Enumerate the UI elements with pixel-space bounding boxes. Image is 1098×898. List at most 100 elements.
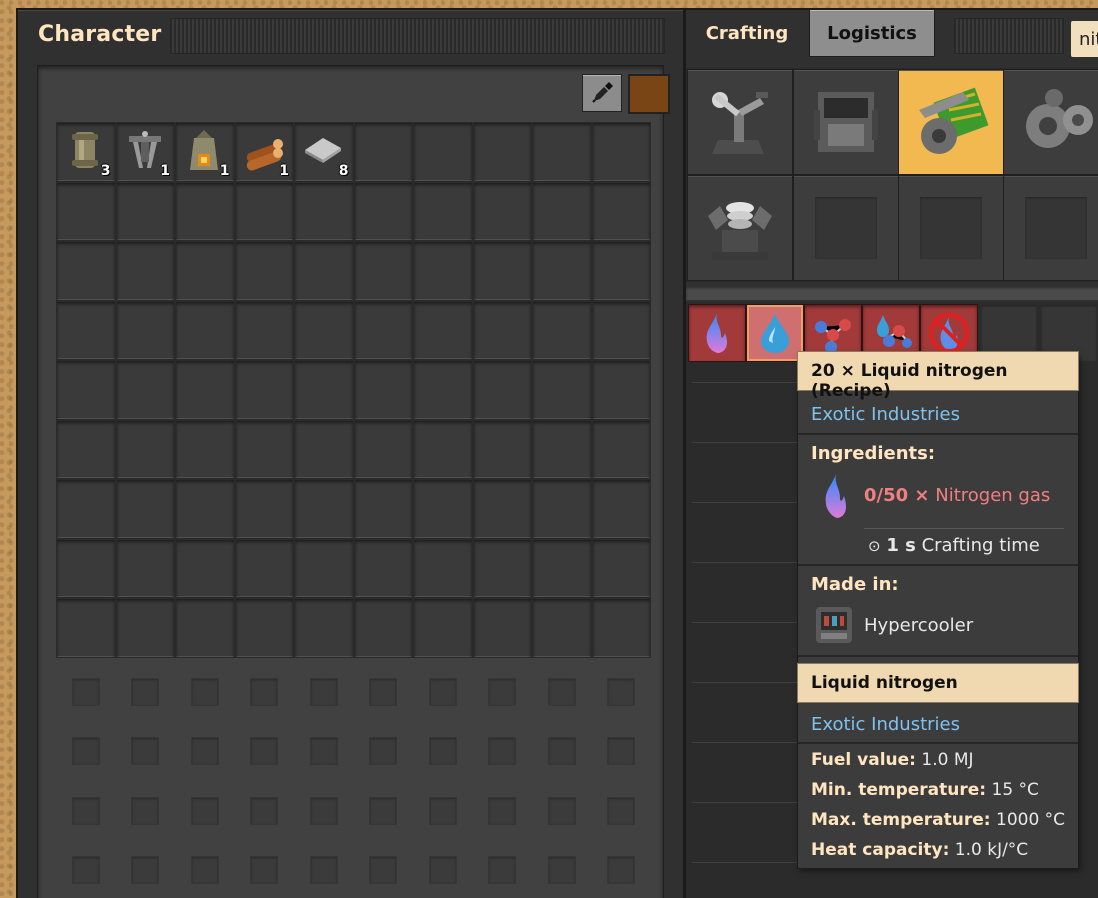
inventory-slot[interactable] bbox=[414, 539, 472, 597]
inventory-slot[interactable] bbox=[592, 123, 650, 181]
inventory-slot[interactable]: 3 bbox=[57, 123, 115, 181]
inventory-slot[interactable] bbox=[176, 361, 234, 419]
inventory-slot[interactable] bbox=[473, 361, 531, 419]
group-logistics-button[interactable] bbox=[688, 70, 792, 174]
inventory-slot[interactable] bbox=[592, 242, 650, 300]
inventory-slot[interactable] bbox=[116, 480, 174, 538]
inventory-slot[interactable]: 1 bbox=[176, 123, 234, 181]
inventory-slot[interactable] bbox=[414, 599, 472, 657]
inventory-slot[interactable] bbox=[176, 182, 234, 240]
inventory-slot[interactable] bbox=[57, 539, 115, 597]
inventory-slot[interactable]: 1 bbox=[116, 123, 174, 181]
inventory-slot[interactable] bbox=[533, 361, 591, 419]
inventory-slot[interactable] bbox=[116, 420, 174, 478]
inventory-slot[interactable] bbox=[473, 182, 531, 240]
inventory-slot[interactable] bbox=[235, 599, 293, 657]
inventory-slot[interactable] bbox=[57, 301, 115, 359]
inventory-slot[interactable] bbox=[354, 361, 412, 419]
inventory-slot[interactable] bbox=[533, 599, 591, 657]
inventory-slot[interactable]: 1 bbox=[235, 123, 293, 181]
inventory-slot[interactable] bbox=[354, 242, 412, 300]
inventory-slot[interactable] bbox=[414, 123, 472, 181]
inventory-slot[interactable] bbox=[295, 361, 353, 419]
inventory-slot[interactable] bbox=[116, 301, 174, 359]
inventory-slot[interactable] bbox=[57, 182, 115, 240]
inventory-slot[interactable] bbox=[473, 420, 531, 478]
inventory-slot[interactable] bbox=[354, 301, 412, 359]
inventory-slot[interactable] bbox=[592, 480, 650, 538]
inventory-slot[interactable] bbox=[116, 242, 174, 300]
color-swatch[interactable] bbox=[628, 74, 670, 114]
inventory-slot[interactable] bbox=[295, 420, 353, 478]
inventory-slot[interactable] bbox=[176, 420, 234, 478]
tab-logistics[interactable]: Logistics bbox=[810, 10, 934, 56]
inventory-slot[interactable] bbox=[592, 539, 650, 597]
inventory-slot[interactable] bbox=[57, 420, 115, 478]
inventory-slot[interactable] bbox=[533, 123, 591, 181]
inventory-slot[interactable] bbox=[473, 480, 531, 538]
inventory-slot[interactable] bbox=[57, 599, 115, 657]
inventory-slot[interactable] bbox=[295, 599, 353, 657]
inventory-slot[interactable] bbox=[235, 182, 293, 240]
inventory-slot[interactable]: 8 bbox=[295, 123, 353, 181]
inventory-slot[interactable] bbox=[295, 182, 353, 240]
inventory-slot[interactable] bbox=[533, 539, 591, 597]
inventory-slot[interactable] bbox=[235, 301, 293, 359]
inventory-slot[interactable] bbox=[414, 420, 472, 478]
inventory-slot[interactable] bbox=[533, 420, 591, 478]
inventory-slot[interactable] bbox=[116, 539, 174, 597]
tab-crafting[interactable]: Crafting bbox=[686, 10, 808, 56]
inventory-slot[interactable] bbox=[116, 182, 174, 240]
inventory-slot[interactable] bbox=[592, 420, 650, 478]
inventory-slot[interactable] bbox=[235, 361, 293, 419]
inventory-slot[interactable] bbox=[235, 539, 293, 597]
inventory-slot[interactable] bbox=[295, 539, 353, 597]
inventory-slot[interactable] bbox=[57, 361, 115, 419]
inventory-slot[interactable] bbox=[176, 480, 234, 538]
inventory-slot[interactable] bbox=[235, 420, 293, 478]
inventory-slot[interactable] bbox=[176, 242, 234, 300]
inventory-slot[interactable] bbox=[235, 242, 293, 300]
recipe-liquid-nitrogen[interactable] bbox=[747, 305, 803, 361]
group-production-button[interactable] bbox=[794, 70, 898, 174]
inventory-slot[interactable] bbox=[176, 539, 234, 597]
inventory-slot[interactable] bbox=[473, 301, 531, 359]
inventory-slot[interactable] bbox=[533, 301, 591, 359]
inventory-slot[interactable] bbox=[473, 539, 531, 597]
inventory-slot[interactable] bbox=[414, 182, 472, 240]
crafting-drag-handle[interactable] bbox=[954, 18, 1064, 54]
inventory-slot[interactable] bbox=[235, 480, 293, 538]
inventory-slot[interactable] bbox=[354, 480, 412, 538]
inventory-slot[interactable] bbox=[295, 301, 353, 359]
inventory-slot[interactable] bbox=[354, 599, 412, 657]
color-picker-button[interactable] bbox=[582, 74, 622, 112]
inventory-slot[interactable] bbox=[473, 599, 531, 657]
inventory-slot[interactable] bbox=[414, 480, 472, 538]
inventory-slot[interactable] bbox=[414, 301, 472, 359]
inventory-slot[interactable] bbox=[354, 539, 412, 597]
inventory-slot[interactable] bbox=[57, 480, 115, 538]
inventory-slot[interactable] bbox=[473, 123, 531, 181]
inventory-slot[interactable] bbox=[592, 182, 650, 240]
inventory-slot[interactable] bbox=[354, 123, 412, 181]
recipe-search-input[interactable]: nitrogen bbox=[1070, 20, 1098, 58]
inventory-slot[interactable] bbox=[533, 480, 591, 538]
inventory-slot[interactable] bbox=[592, 301, 650, 359]
inventory-slot[interactable] bbox=[414, 242, 472, 300]
inventory-slot[interactable] bbox=[295, 480, 353, 538]
inventory-slot[interactable] bbox=[295, 242, 353, 300]
inventory-slot[interactable] bbox=[57, 242, 115, 300]
inventory-slot[interactable] bbox=[176, 301, 234, 359]
group-intermediates-button[interactable] bbox=[899, 70, 1003, 174]
recipe-nitrogen-gas[interactable] bbox=[689, 305, 745, 361]
group-combat-button[interactable] bbox=[1004, 70, 1098, 174]
inventory-slot[interactable] bbox=[592, 361, 650, 419]
inventory-slot[interactable] bbox=[592, 599, 650, 657]
inventory-slot[interactable] bbox=[354, 182, 412, 240]
inventory-slot[interactable] bbox=[116, 599, 174, 657]
inventory-slot[interactable] bbox=[354, 420, 412, 478]
inventory-slot[interactable] bbox=[176, 599, 234, 657]
inventory-slot[interactable] bbox=[116, 361, 174, 419]
inventory-slot[interactable] bbox=[473, 242, 531, 300]
group-exotic-button[interactable] bbox=[688, 176, 792, 280]
